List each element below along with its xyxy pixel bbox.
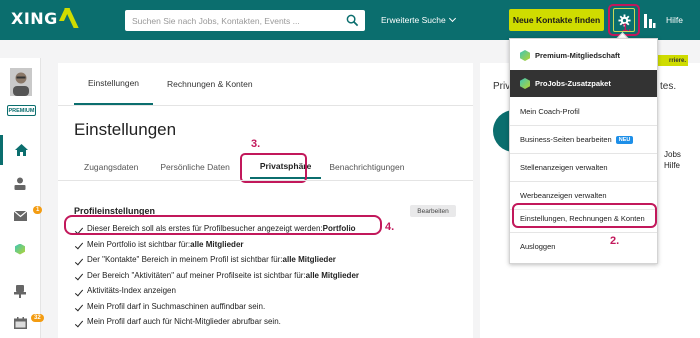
- home-icon: [15, 144, 28, 156]
- check-icon: [74, 256, 84, 266]
- network-icon[interactable]: [642, 10, 656, 30]
- settings-card: Einstellungen Rechnungen & Konten Einste…: [58, 63, 473, 338]
- highlight-settings-menu-item: [512, 203, 657, 228]
- setting-value: alle Mitglieder: [282, 255, 336, 265]
- nav-jobs[interactable]: [0, 276, 40, 306]
- left-sidebar: PREMIUM 1 32: [0, 58, 44, 338]
- step-2-label: 2.: [610, 235, 620, 247]
- step-4-label: 4.: [385, 221, 395, 233]
- setting-row: Mein Portfolio ist sichtbar für: alle Mi…: [74, 237, 359, 253]
- career-banner: rriere.: [658, 55, 688, 66]
- user-icon: [14, 177, 26, 190]
- events-badge: 32: [31, 314, 44, 322]
- menu-item-projobs[interactable]: ProJobs-Zusatzpaket: [510, 70, 657, 97]
- setting-row: Aktivitäts-Index anzeigen: [74, 283, 359, 299]
- setting-row: Der "Kontakte" Bereich in meinem Profil …: [74, 252, 359, 268]
- menu-item-label: ProJobs-Zusatzpaket: [535, 79, 611, 88]
- calendar-icon: [13, 317, 27, 329]
- divider: [58, 180, 473, 181]
- chevron-down-icon: [448, 14, 456, 23]
- subtab-notifications[interactable]: Benachrichtigungen: [321, 155, 412, 179]
- xing-x-icon: [58, 8, 79, 28]
- menu-item-job-ads[interactable]: Stellenanzeigen verwalten: [510, 154, 657, 181]
- settings-dropdown-menu: Premium-Mitgliedschaft ProJobs-Zusatzpak…: [509, 38, 658, 264]
- setting-text: Der Bereich "Aktivitäten" auf meiner Pro…: [87, 270, 306, 280]
- help-link[interactable]: Hilfe: [666, 15, 683, 25]
- new-badge: NEU: [615, 135, 634, 144]
- premium-hex-icon: [15, 243, 25, 255]
- search-input[interactable]: [132, 13, 342, 28]
- profile-photo: [10, 68, 32, 96]
- setting-row: Mein Profil darf auch für Nicht-Mitglied…: [74, 314, 359, 330]
- messages-badge: 1: [33, 206, 43, 214]
- chair-icon: [14, 284, 26, 298]
- tab-settings[interactable]: Einstellungen: [74, 63, 154, 105]
- menu-item-business-pages[interactable]: Business-Seiten bearbeiten NEU: [510, 126, 657, 153]
- envelope-icon: [13, 211, 27, 221]
- nav-home[interactable]: [0, 135, 40, 165]
- menu-item-label: Premium-Mitgliedschaft: [535, 51, 621, 60]
- subtab-personal-data[interactable]: Persönliche Daten: [148, 155, 241, 179]
- search-icon[interactable]: [346, 14, 359, 27]
- subtab-login-data[interactable]: Zugangsdaten: [74, 155, 148, 179]
- find-new-contacts-button[interactable]: Neue Kontakte finden: [509, 9, 604, 31]
- premium-badge: PREMIUM: [7, 105, 36, 116]
- advanced-search-link[interactable]: Erweiterte Suche: [381, 14, 456, 25]
- setting-value: alle Mitglieder: [190, 239, 244, 249]
- edit-button[interactable]: Bearbeiten: [410, 205, 456, 217]
- highlight-privacy-tab: [240, 153, 307, 183]
- divider: [58, 105, 473, 106]
- step-3-label: 3.: [251, 138, 261, 150]
- check-icon: [74, 271, 84, 281]
- side-panel-help: Hilfe: [664, 161, 681, 170]
- top-tabs: Einstellungen Rechnungen & Konten: [74, 63, 267, 105]
- top-navigation-bar: XING Erweiterte Suche Neue Kontakte find…: [0, 0, 700, 40]
- check-icon: [74, 287, 84, 297]
- search-box: [125, 10, 365, 31]
- page-title: Einstellungen: [74, 120, 177, 139]
- avatar[interactable]: [10, 68, 32, 96]
- projobs-hex-icon: [520, 78, 530, 89]
- side-panel-jobs: Jobs: [664, 150, 681, 159]
- setting-text: Mein Profil darf in Suchmaschinen auffin…: [87, 301, 266, 311]
- menu-item-label: Business-Seiten bearbeiten: [520, 135, 612, 144]
- premium-hex-icon: [520, 50, 530, 61]
- setting-row: Mein Profil darf in Suchmaschinen auffin…: [74, 299, 359, 315]
- tab-invoices-accounts[interactable]: Rechnungen & Konten: [153, 63, 267, 105]
- logo-text: XING: [11, 8, 58, 28]
- check-icon: [74, 302, 84, 312]
- xing-logo[interactable]: XING: [11, 8, 79, 28]
- setting-text: Mein Profil darf auch für Nicht-Mitglied…: [87, 317, 281, 327]
- setting-text: Der "Kontakte" Bereich in meinem Profil …: [87, 255, 283, 265]
- setting-text: Aktivitäts-Index anzeigen: [87, 286, 176, 296]
- nav-messages[interactable]: 1: [0, 201, 43, 231]
- nav-profile[interactable]: [0, 168, 40, 198]
- setting-text: Mein Portfolio ist sichtbar für:: [87, 239, 191, 249]
- check-icon: [74, 318, 84, 328]
- setting-value: alle Mitglieder: [305, 270, 360, 280]
- setting-row: Der Bereich "Aktivitäten" auf meiner Pro…: [74, 268, 359, 284]
- menu-item-premium[interactable]: Premium-Mitgliedschaft: [510, 42, 657, 69]
- profile-settings-list: Dieser Bereich soll als erstes für Profi…: [74, 221, 359, 330]
- menu-item-coach-profile[interactable]: Mein Coach-Profil: [510, 98, 657, 125]
- side-panel-title-right: tes.: [660, 81, 677, 92]
- advanced-search-label: Erweiterte Suche: [381, 15, 446, 25]
- highlight-portfolio-setting: [64, 215, 382, 235]
- side-panel-title-left: Priv: [493, 81, 511, 92]
- nav-events[interactable]: 32: [0, 308, 44, 338]
- menu-item-logout[interactable]: Ausloggen: [510, 233, 657, 260]
- nav-premium[interactable]: [0, 234, 40, 264]
- check-icon: [74, 240, 84, 250]
